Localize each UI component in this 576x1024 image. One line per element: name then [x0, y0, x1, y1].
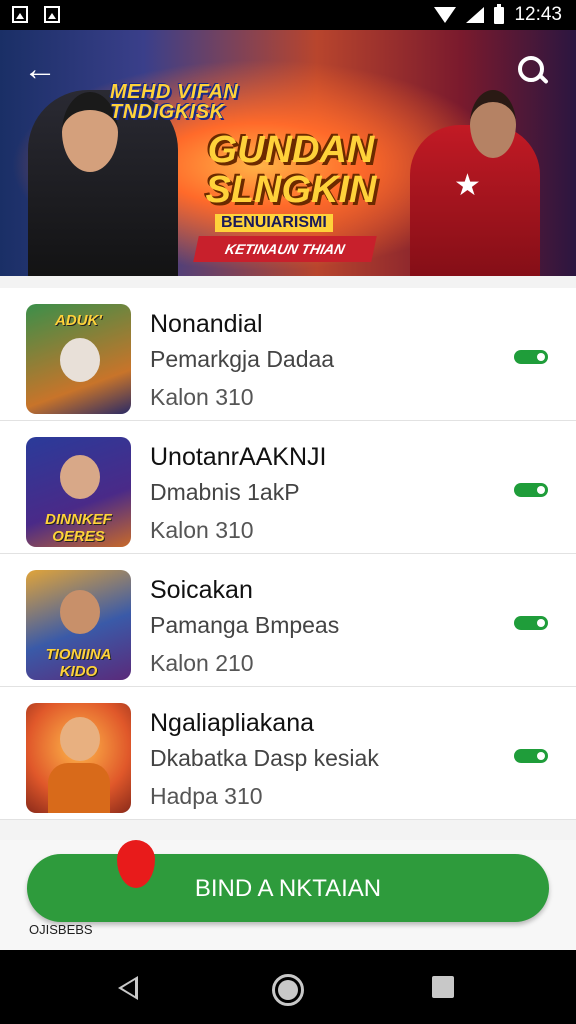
- footnote-text: OJISBEBS: [29, 922, 93, 937]
- item-subtitle: Dkabatka Dasp kesiak: [150, 745, 379, 771]
- list-item[interactable]: ADUK' Nonandial Pemarkgja Dadaa Kalon 31…: [0, 288, 576, 421]
- thumbnail-character: [60, 590, 100, 634]
- list-item[interactable]: Ngaliapliakana Dkabatka Dasp kesiak Hadp…: [0, 687, 576, 820]
- item-meta: Kalon 310: [150, 384, 254, 410]
- item-title: Soicakan: [150, 576, 253, 604]
- item-subtitle: Pamanga Bmpeas: [150, 612, 340, 638]
- thumbnail-character: [60, 338, 100, 382]
- thumbnail-character: [60, 455, 100, 499]
- bind-action-button[interactable]: BIND A NKTAIAN: [27, 854, 549, 922]
- nav-home-icon[interactable]: [272, 974, 304, 1006]
- item-title: Ngaliapliakana: [150, 709, 315, 737]
- system-nav-bar: [0, 950, 576, 1024]
- banner-subtitle: BENUIARISMI: [215, 214, 333, 232]
- thumbnail-armor: [48, 763, 110, 813]
- banner-ribbon: KETINAUN THIAN: [193, 236, 377, 262]
- game-thumbnail: [26, 703, 131, 813]
- item-meta: Kalon 210: [150, 650, 254, 676]
- nav-back-icon[interactable]: [118, 976, 138, 1000]
- item-title: UnotanrAAKNJI: [150, 443, 327, 471]
- status-time: 12:43: [514, 4, 562, 25]
- toggle-switch[interactable]: [514, 749, 548, 763]
- banner-title: GUNDAN SLNGKIN: [205, 129, 377, 211]
- thumbnail-character: [60, 717, 100, 761]
- image-notification-icon: [12, 6, 28, 23]
- toggle-switch[interactable]: [514, 483, 548, 497]
- nav-recents-icon[interactable]: [432, 976, 454, 998]
- toggle-switch[interactable]: [514, 350, 548, 364]
- thumbnail-label: DINNKEF OERES: [45, 511, 112, 545]
- item-subtitle: Pemarkgja Dadaa: [150, 346, 335, 372]
- signal-icon: [466, 7, 485, 23]
- item-meta: Kalon 310: [150, 517, 254, 543]
- gallery-notification-icon: [44, 6, 60, 23]
- list-item[interactable]: DINNKEF OERES UnotanrAAKNJI Dmabnis 1akP…: [0, 421, 576, 554]
- list-item[interactable]: TIONIINA KIDO Soicakan Pamanga Bmpeas Ka…: [0, 554, 576, 687]
- battery-icon: [494, 3, 505, 24]
- thumbnail-label: TIONIINA KIDO: [45, 646, 112, 680]
- game-thumbnail: DINNKEF OERES: [26, 437, 131, 547]
- thumbnail-label: ADUK': [55, 312, 102, 329]
- item-subtitle: Dmabnis 1akP: [150, 479, 300, 505]
- bottom-action-area: BIND A NKTAIAN OJISBEBS: [0, 840, 576, 950]
- star-emblem-icon: ★: [454, 169, 481, 202]
- status-bar: 12:43: [0, 0, 576, 30]
- banner-title-small: MEHD VIFAN TNDIGKISK: [110, 81, 239, 123]
- hero-banner: ★ MEHD VIFAN TNDIGKISK GUNDAN SLNGKIN BE…: [0, 30, 576, 276]
- toggle-switch[interactable]: [514, 616, 548, 630]
- hero-character-right-head: [470, 90, 516, 158]
- game-thumbnail: TIONIINA KIDO: [26, 570, 131, 680]
- game-thumbnail: ADUK': [26, 304, 131, 414]
- item-title: Nonandial: [150, 310, 263, 338]
- search-icon[interactable]: [514, 52, 550, 88]
- item-meta: Hadpa 310: [150, 783, 263, 809]
- wifi-icon: [434, 7, 457, 23]
- back-arrow-icon[interactable]: ←: [22, 52, 58, 88]
- game-list: ADUK' Nonandial Pemarkgja Dadaa Kalon 31…: [0, 288, 576, 820]
